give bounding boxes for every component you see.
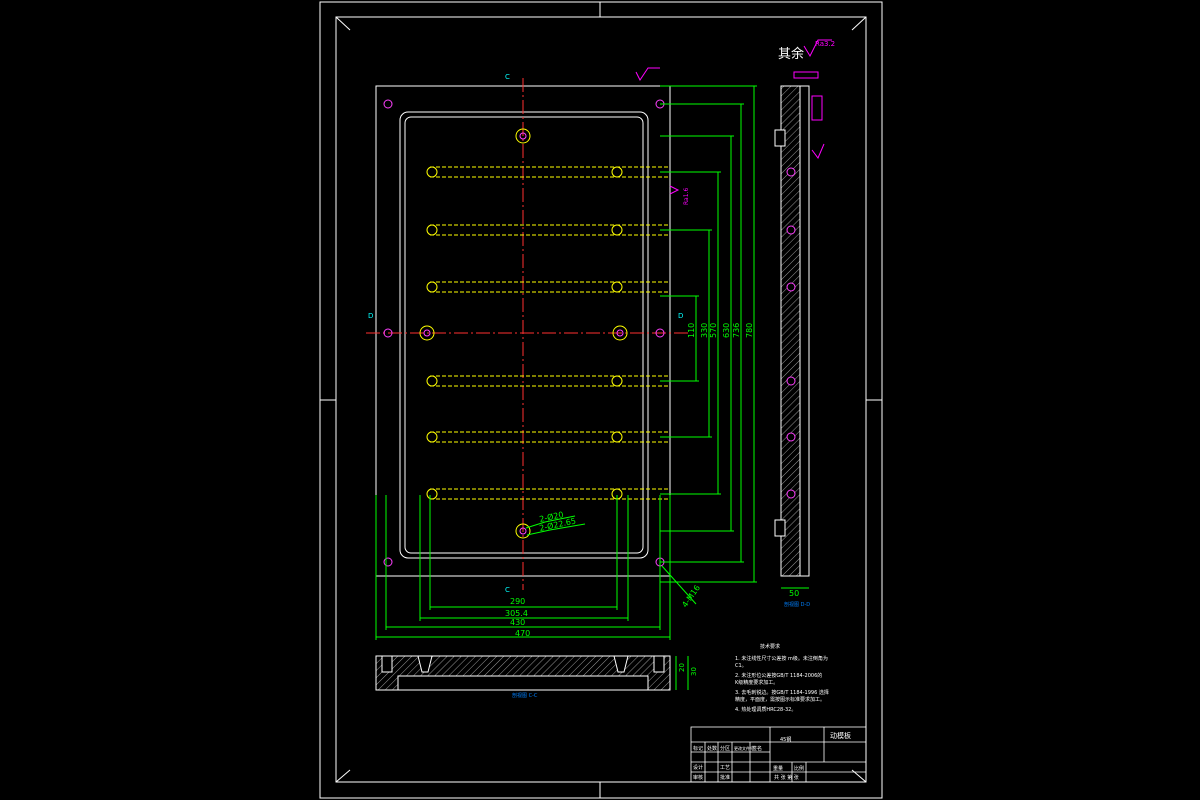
channel-end-left-4 — [426, 431, 438, 443]
cad-drawing-canvas: C C D D 290 305.4 430 470 110 330 570 63… — [319, 1, 883, 799]
channel-end-left-2 — [426, 281, 438, 293]
section-mark-d-right: D — [678, 312, 683, 320]
tb-label-4: 签名 — [752, 745, 762, 752]
side-roughness — [811, 143, 825, 159]
side-section-view: 50 剖视图 D-D — [774, 71, 825, 608]
tb-label-8: 工艺 — [720, 765, 730, 771]
side-channel-hole-5 — [786, 489, 796, 499]
corner-mark-tl — [335, 16, 351, 31]
channel-end-right-2 — [611, 281, 623, 293]
roughness-general-text: Ra3.2 — [815, 40, 835, 48]
dim-736-text: 736 — [732, 323, 741, 338]
side-bushing-top — [774, 129, 786, 147]
channel-end-left-3 — [426, 375, 438, 387]
channel-end-left-1 — [426, 224, 438, 236]
side-channel-hole-4 — [786, 432, 796, 442]
pocket-inner-outline — [404, 116, 644, 554]
dim-430-text: 430 — [510, 618, 525, 627]
side-section-caption: 剖视图 D-D — [784, 601, 810, 608]
corner-mark-bl — [335, 769, 351, 783]
dimensions — [375, 85, 757, 640]
tb-scale: 比例 — [794, 765, 804, 772]
side-channel-hole-3 — [786, 376, 796, 386]
tb-weight: 重量 — [773, 765, 783, 772]
section-mark-d-left: D — [368, 312, 373, 320]
corner-hole-leader — [661, 565, 697, 605]
bottom-dim-20: 20 — [678, 663, 686, 672]
technical-notes: 技术要求 1. 未注线性尺寸公差按 m级。未注倒角为 C1。 2. 未注形位公差… — [735, 643, 829, 713]
note-line-3: 2. 未注形位公差按GB/T 1184-2006的 — [735, 672, 822, 679]
side-bushing-bottom — [774, 519, 786, 537]
side-channel-hole-1 — [786, 225, 796, 235]
dim-570-text: 570 — [709, 323, 718, 338]
bottom-bolt-left — [381, 655, 393, 673]
note-line-2: C1。 — [735, 663, 747, 669]
side-dim-text: 50 — [789, 589, 799, 598]
corner-hole-note: 4-M16 — [680, 583, 702, 609]
channel-end-right-3 — [611, 375, 623, 387]
dimension-texts: 290 305.4 430 470 110 330 570 630 736 78… — [505, 323, 754, 638]
side-gdt-frame — [793, 71, 819, 79]
side-gdt-frame-2 — [811, 95, 823, 121]
dim-290-text: 290 — [510, 597, 525, 606]
dim-3054-text: 305.4 — [505, 609, 528, 618]
channel-end-left-0 — [426, 166, 438, 178]
tb-label-3: 更改文件号 — [734, 745, 754, 751]
section-mark-c-bottom: C — [505, 586, 510, 594]
tb-label-2: 分区 — [720, 745, 730, 752]
bottom-dim-30: 30 — [690, 667, 698, 676]
note-line-4: K级精度要求加工。 — [735, 679, 778, 686]
title-block-texts: 45钢 动模板 重量 比例 共 张 第 张 标记 处数 分区 更改文件号 签名 … — [693, 731, 851, 781]
roughness-symbol-mid — [669, 185, 680, 195]
pocket-outline — [399, 111, 649, 559]
tb-label-1: 处数 — [707, 745, 717, 752]
tb-label-0: 标记 — [693, 745, 703, 752]
dim-110-text: 110 — [687, 323, 696, 338]
bottom-bolt-right — [653, 655, 665, 673]
other-surfaces-label: 其余 — [778, 46, 804, 62]
tb-material: 45钢 — [780, 736, 791, 743]
channel-end-right-4 — [611, 431, 623, 443]
channel-end-right-0 — [611, 166, 623, 178]
dim-330-text: 330 — [700, 323, 709, 338]
section-mark-c-top: C — [505, 73, 510, 81]
corner-hole-tl — [383, 99, 393, 109]
bottom-section-caption: 剖视图 C-C — [512, 692, 538, 699]
channel-end-right-1 — [611, 224, 623, 236]
side-channel-hole-0 — [786, 167, 796, 177]
corner-mark-tr — [851, 16, 867, 31]
tb-label-9: 批准 — [720, 774, 730, 781]
side-section-pocket — [799, 85, 810, 577]
bottom-section-view: 20 30 剖视图 C-C — [375, 655, 698, 699]
notes-title: 技术要求 — [760, 643, 780, 650]
tb-part-name: 动模板 — [830, 731, 851, 740]
channel-end-left-5 — [426, 488, 438, 500]
roughness-symbol-top — [635, 67, 660, 81]
plate-plan-view — [366, 78, 688, 590]
roughness-mid-text: Ra1.6 — [683, 188, 690, 205]
tb-label-6: 设计 — [693, 764, 703, 771]
note-line-1: 1. 未注线性尺寸公差按 m级。未注倒角为 — [735, 655, 828, 662]
note-line-5: 3. 去毛刺锐边。按GB/T 1184-1996 选择 — [735, 689, 829, 696]
corner-hole-bl — [383, 557, 393, 567]
note-line-7: 4. 热处理调质HRC28-32。 — [735, 706, 796, 713]
bottom-section-pocket — [397, 675, 649, 691]
note-line-6: 精度，平面度，需按图示标准要求加工。 — [735, 696, 825, 703]
dim-470-text: 470 — [515, 629, 530, 638]
dim-630-text: 630 — [722, 323, 731, 338]
tb-sheet: 共 张 第 张 — [774, 774, 799, 781]
tb-label-7: 审核 — [693, 774, 703, 781]
side-channel-hole-2 — [786, 282, 796, 292]
dim-780-text: 780 — [745, 323, 754, 338]
